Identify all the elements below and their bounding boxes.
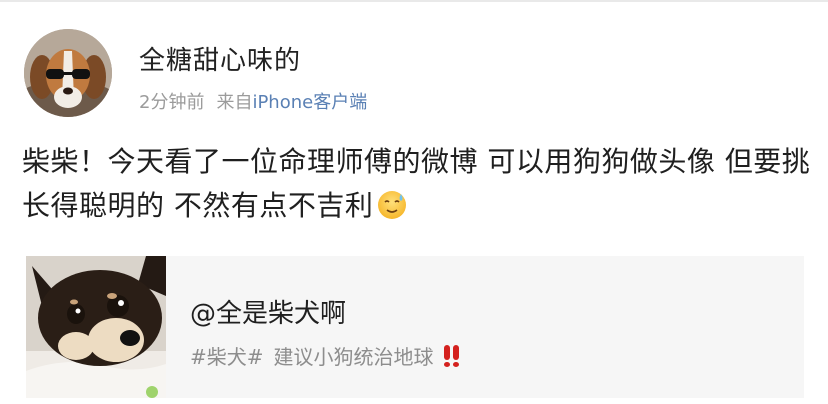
card-thumbnail bbox=[26, 256, 166, 398]
post-content: 柴柴！今天看了一位命理师傅的微博 可以用狗狗做头像 但要挑长得聪明的 不然有点不… bbox=[22, 140, 812, 228]
card-description: #柴犬# 建议小狗统治地球 bbox=[190, 341, 459, 370]
beagle-sunglasses-avatar-image bbox=[24, 29, 112, 117]
sweat-smile-emoji-icon bbox=[377, 189, 407, 219]
hashtag-link[interactable]: #柴犬# bbox=[190, 341, 264, 370]
source-link[interactable]: iPhone客户端 bbox=[252, 92, 367, 113]
linked-account-card[interactable]: @全是柴犬啊 #柴犬# 建议小狗统治地球 bbox=[26, 256, 804, 398]
post-time: 2分钟前 bbox=[139, 92, 205, 113]
card-title[interactable]: @全是柴犬啊 bbox=[190, 293, 346, 330]
shiba-inu-photo bbox=[26, 256, 166, 398]
card-desc-text: 建议小狗统治地球 bbox=[273, 345, 434, 369]
double-exclamation-icon bbox=[443, 344, 459, 367]
source-prefix: 来自 bbox=[216, 92, 253, 113]
avatar[interactable] bbox=[24, 29, 112, 117]
post-text: 柴柴！今天看了一位命理师傅的微博 可以用狗狗做头像 但要挑长得聪明的 不然有点不… bbox=[22, 145, 811, 222]
post-source: 来自iPhone客户端 bbox=[216, 88, 367, 114]
weibo-post: 全糖甜心味的 2分钟前 来自iPhone客户端 柴柴！今天看了一位命理师傅的微博… bbox=[0, 0, 828, 404]
username[interactable]: 全糖甜心味的 bbox=[139, 40, 301, 77]
post-meta: 2分钟前 来自iPhone客户端 bbox=[139, 88, 367, 114]
